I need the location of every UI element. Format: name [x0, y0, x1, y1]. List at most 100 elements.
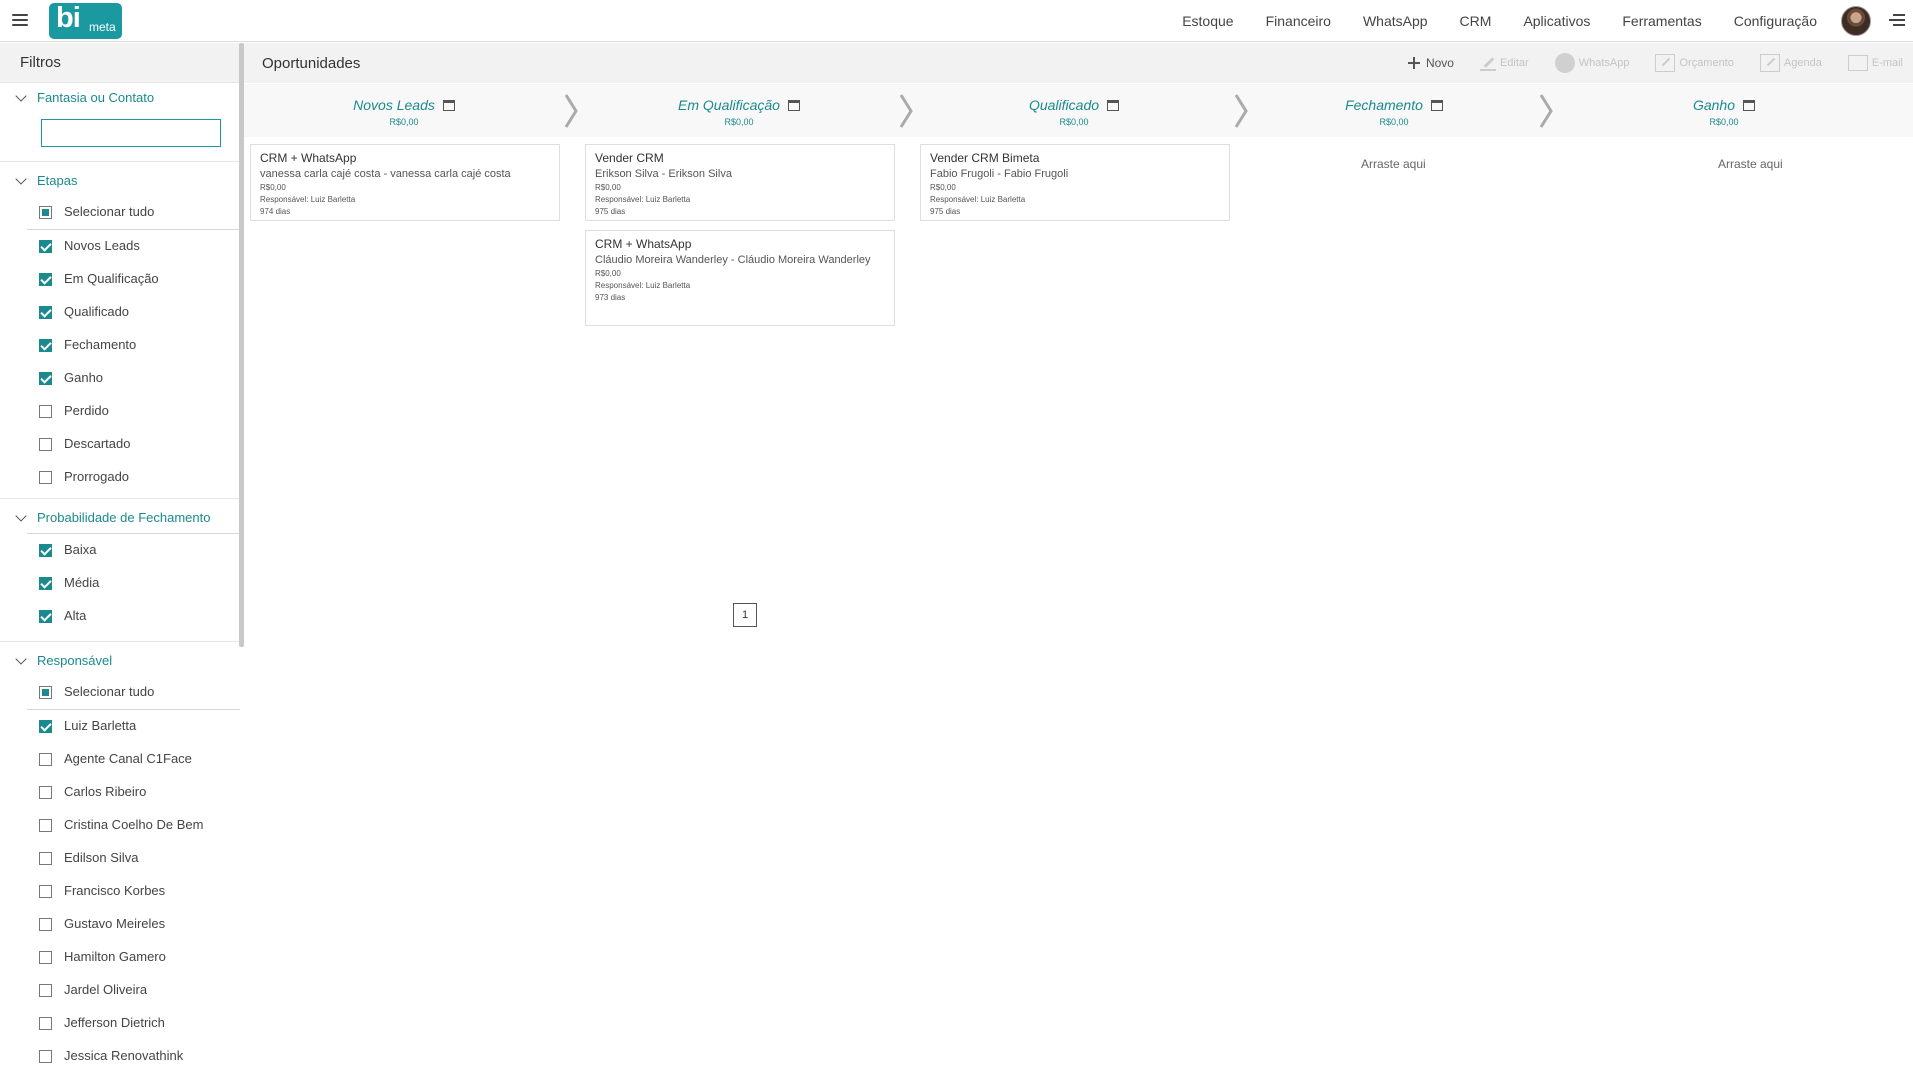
filter-option[interactable]: Baixa [0, 534, 244, 567]
checkbox[interactable] [39, 273, 52, 286]
checkbox[interactable] [39, 852, 52, 865]
app-logo[interactable]: bi meta [49, 2, 122, 39]
filter-option[interactable]: Novos Leads [0, 230, 244, 263]
checkbox[interactable] [39, 1050, 52, 1063]
filter-option-label: Edilson Silva [64, 850, 139, 865]
checkbox[interactable] [39, 753, 52, 766]
orcamento-button[interactable]: Orçamento [1655, 54, 1734, 72]
stage-title[interactable]: Novos Leads [353, 97, 455, 113]
opportunity-card[interactable]: Vender CRM Bimeta Fabio Frugoli - Fabio … [920, 144, 1230, 221]
filter-option[interactable]: Média [0, 567, 244, 600]
whatsapp-button[interactable]: WhatsApp [1554, 53, 1629, 73]
checkbox[interactable] [39, 438, 52, 451]
menu-icon[interactable] [12, 14, 28, 28]
email-button[interactable]: E-mail [1847, 55, 1903, 71]
stage-fechamento[interactable]: Fechamento R$0,00 [1249, 84, 1539, 137]
filter-option[interactable]: Carlos Ribeiro [0, 776, 244, 809]
filter-option[interactable]: Francisco Korbes [0, 875, 244, 908]
checkbox[interactable] [39, 471, 52, 484]
checkbox[interactable] [39, 819, 52, 832]
checkbox[interactable] [39, 885, 52, 898]
filter-option[interactable]: Jessica Renovathink [0, 1040, 244, 1073]
nav-configuracao[interactable]: Configuração [1734, 13, 1817, 29]
filter-option[interactable]: Fechamento [0, 329, 244, 362]
filter-option[interactable]: Ganho [0, 362, 244, 395]
nav-aplicativos[interactable]: Aplicativos [1523, 13, 1590, 29]
checkbox[interactable] [39, 720, 52, 733]
section-probabilidade[interactable]: Probabilidade de Fechamento [0, 503, 244, 533]
checkbox[interactable] [39, 405, 52, 418]
filter-option[interactable]: Prorrogado [0, 461, 244, 494]
filter-option[interactable]: Em Qualificação [0, 263, 244, 296]
calendar-icon[interactable] [442, 99, 455, 111]
filter-option[interactable]: Edilson Silva [0, 842, 244, 875]
checkbox[interactable] [39, 577, 52, 590]
search-input[interactable] [41, 119, 221, 147]
stage-total: R$0,00 [1379, 117, 1409, 127]
checkbox[interactable] [39, 544, 52, 557]
new-button[interactable]: Novo [1406, 55, 1454, 71]
checkbox[interactable] [39, 918, 52, 931]
edit-button[interactable]: Editar [1479, 55, 1529, 71]
checkbox[interactable] [39, 306, 52, 319]
user-avatar[interactable] [1841, 6, 1871, 36]
filter-option-label: Fechamento [64, 337, 137, 352]
nav-whatsapp[interactable]: WhatsApp [1363, 13, 1428, 29]
section-fantasia[interactable]: Fantasia ou Contato [0, 83, 244, 113]
opportunity-card[interactable]: Vender CRM Erikson Silva - Erikson Silva… [585, 144, 895, 221]
email-label: E-mail [1871, 57, 1903, 69]
nav-ferramentas[interactable]: Ferramentas [1622, 13, 1701, 29]
filter-option[interactable]: Qualificado [0, 296, 244, 329]
filter-option[interactable]: Gustavo Meireles [0, 908, 244, 941]
drop-zone-fechamento[interactable]: Arraste aqui [1361, 157, 1426, 171]
page-button[interactable]: 1 [733, 603, 757, 627]
stage-novos-leads[interactable]: Novos Leads R$0,00 [244, 84, 564, 137]
nav-crm[interactable]: CRM [1460, 13, 1492, 29]
filter-option[interactable]: Alta [0, 600, 244, 633]
etapas-select-all[interactable]: Selecionar tudo [0, 196, 244, 229]
checkbox[interactable] [39, 240, 52, 253]
stage-title[interactable]: Fechamento [1345, 97, 1443, 113]
checkbox[interactable] [39, 686, 52, 699]
filter-option-label: Carlos Ribeiro [64, 784, 147, 799]
checkbox[interactable] [39, 951, 52, 964]
sidebar-toggle-icon[interactable] [1889, 14, 1905, 28]
stage-ganho[interactable]: Ganho R$0,00 [1554, 84, 1894, 137]
stage-title[interactable]: Qualificado [1029, 97, 1120, 113]
checkbox[interactable] [39, 786, 52, 799]
calendar-icon[interactable] [787, 99, 800, 111]
drop-zone-ganho[interactable]: Arraste aqui [1718, 157, 1783, 171]
filter-option[interactable]: Perdido [0, 395, 244, 428]
filter-option[interactable]: Luiz Barletta [0, 710, 244, 743]
section-responsavel[interactable]: Responsável [0, 646, 244, 676]
agenda-button[interactable]: Agenda [1759, 54, 1822, 72]
calendar-icon[interactable] [1107, 99, 1120, 111]
section-etapas[interactable]: Etapas [0, 166, 244, 196]
checkbox[interactable] [39, 610, 52, 623]
responsavel-select-all[interactable]: Selecionar tudo [0, 676, 244, 709]
opportunity-card[interactable]: CRM + WhatsApp Cláudio Moreira Wanderley… [585, 230, 895, 326]
stage-qualificado[interactable]: Qualificado R$0,00 [914, 84, 1234, 137]
stage-title[interactable]: Ganho [1693, 97, 1756, 113]
stage-em-qualificacao[interactable]: Em Qualificação R$0,00 [579, 84, 899, 137]
checkbox[interactable] [39, 339, 52, 352]
chevron-down-icon [15, 510, 27, 522]
nav-estoque[interactable]: Estoque [1182, 13, 1233, 29]
filter-option[interactable]: Hamilton Gamero [0, 941, 244, 974]
stage-title[interactable]: Em Qualificação [678, 97, 800, 113]
filter-option[interactable]: Cristina Coelho De Bem [0, 809, 244, 842]
filter-option[interactable]: Jardel Oliveira [0, 974, 244, 1007]
calendar-icon[interactable] [1430, 99, 1443, 111]
opportunity-card[interactable]: CRM + WhatsApp vanessa carla cajé costa … [250, 144, 560, 221]
filter-option-label: Descartado [64, 436, 131, 451]
section-responsavel-label: Responsável [37, 653, 113, 668]
calendar-icon[interactable] [1743, 99, 1756, 111]
filter-option[interactable]: Jefferson Dietrich [0, 1007, 244, 1040]
checkbox[interactable] [39, 1017, 52, 1030]
filter-option[interactable]: Agente Canal C1Face [0, 743, 244, 776]
checkbox[interactable] [39, 984, 52, 997]
checkbox[interactable] [39, 372, 52, 385]
checkbox[interactable] [39, 206, 52, 219]
nav-financeiro[interactable]: Financeiro [1266, 13, 1331, 29]
filter-option[interactable]: Descartado [0, 428, 244, 461]
